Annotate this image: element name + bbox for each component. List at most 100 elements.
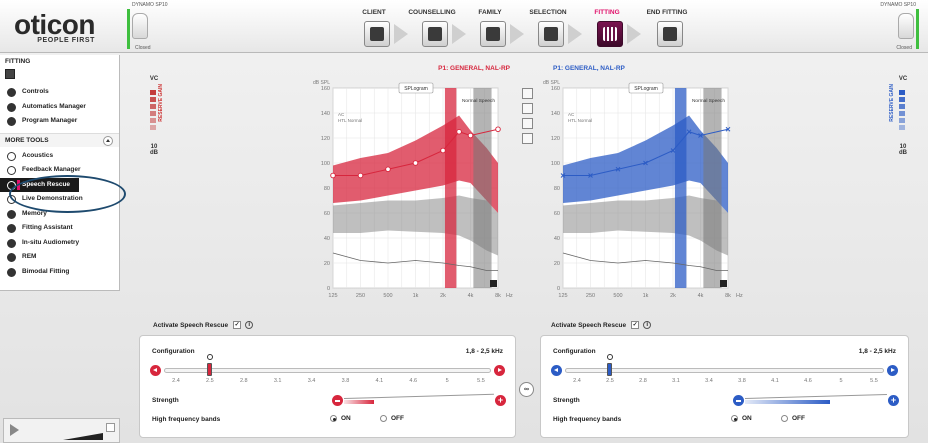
hf-off-radio[interactable]: OFF [380,415,404,422]
more-tools-list: Acoustics Feedback Manager Speech Rescue Li… [0,149,119,280]
config-increase-icon[interactable] [887,365,898,376]
x-unit-label: Hz [736,293,743,299]
configuration-slider-thumb[interactable] [607,363,612,376]
db-view-icon[interactable] [522,118,533,129]
speech-rescue-band [444,88,457,288]
family-icon[interactable] [480,21,506,47]
left-vc-control[interactable]: VC RESERVE GAIN 10 dB [146,76,164,156]
radio-dot-icon [731,415,738,422]
curve-view-icon[interactable] [522,103,533,114]
play-icon[interactable] [10,424,19,436]
brand-logo: oticon PEOPLE FIRST [14,11,96,45]
right-vc-bars [899,90,907,134]
legend-htl: HTL Normal [568,118,592,123]
step-glyph [486,27,500,41]
strength-slider-track[interactable] [343,393,494,399]
tool-item-rem[interactable]: REM [0,250,119,265]
workflow-step-end-fitting[interactable]: END FITTING [637,0,697,53]
hf-off-radio[interactable]: OFF [781,415,805,422]
right-activate-speech-rescue[interactable]: Activate Speech Rescue ✓ i [551,321,652,329]
right-vc-control[interactable]: VC RESERVE GAIN 10 dB [889,76,911,156]
tool-item-fitting-assistant[interactable]: Fitting Assistant [0,221,119,236]
more-tools-label: MORE TOOLS [5,136,49,144]
expand-icon[interactable] [106,423,115,432]
hearing-aid-icon [132,13,148,39]
link-sides-button[interactable]: ∞ [519,382,534,397]
strength-decrease-icon[interactable] [332,395,343,406]
graph-tools [522,88,534,148]
config-tick-label: 3.8 [341,378,350,384]
configuration-slider-track[interactable] [565,368,884,373]
workflow-step-label: SELECTION [529,9,567,16]
workflow-step-label: CLIENT [362,9,386,16]
bimodal-icon [7,267,16,277]
splogram-svg: 0 20 40 60 80 100 120 140 160dB SPL 125 250 500 1k 2k… [313,80,513,299]
hf-on-radio[interactable]: ON [731,415,752,422]
configuration-slider-thumb[interactable] [206,363,212,376]
sidebar-item-automatics-manager[interactable]: Automatics Manager [0,100,119,115]
left-device[interactable]: DYNAMO SP10 Closed [127,2,168,51]
vc-level-bar [150,104,156,109]
memory-icon [7,209,16,219]
expand-chart-icon[interactable] [490,280,497,287]
highlight-annotation-ring [9,175,126,213]
strength-decrease-icon[interactable] [733,395,744,406]
x-tick-label: 1k [413,293,419,299]
left-activate-speech-rescue[interactable]: Activate Speech Rescue ✓ i [153,321,254,329]
strength-increase-icon[interactable] [495,394,506,406]
automatics-icon [7,102,16,112]
ear-view-icon[interactable] [522,133,533,144]
collapse-icon[interactable] [103,135,113,146]
config-decrease-icon[interactable] [150,365,161,376]
vc-level-bar [899,90,905,95]
right-splogram-chart: P1: GENERAL, NAL-RP 0 20 40 60 80 100 120 140 16… [543,65,743,310]
tool-item-acoustics[interactable]: Acoustics [0,149,119,164]
config-increase-icon[interactable] [494,365,505,376]
y-axis-label: dB SPL [313,80,330,86]
step-glyph [544,27,558,41]
right-device[interactable]: DYNAMO SP10 Closed [880,2,919,51]
sidebar-item-controls[interactable]: Controls [0,85,119,100]
left-speech-rescue-panel: Configuration 1,8 - 2,5 kHz 2.4 2.5 2.8 3.1 3.… [139,335,516,438]
y-tick-label: 160 [551,86,560,92]
more-tools-header[interactable]: MORE TOOLS [0,132,119,147]
y-tick-label: 120 [551,136,560,142]
expand-chart-icon[interactable] [720,280,727,287]
tool-item-in-situ-audiometry[interactable]: In-situ Audiometry [0,236,119,251]
config-tick-label: 3.8 [738,378,746,384]
hf-on-radio[interactable]: ON [330,415,351,422]
strength-increase-icon[interactable] [888,394,899,406]
workflow-step-label: END FITTING [646,9,688,16]
hf-on-label: ON [742,415,752,423]
configuration-slider-track[interactable] [164,368,491,373]
strength-label: Strength [553,397,580,404]
graph-view-icon[interactable] [522,88,533,99]
end-fitting-icon[interactable] [657,21,683,47]
config-tick-label: 2.8 [239,378,248,384]
strength-slider-track[interactable] [744,394,887,399]
sidebar-item-program-manager[interactable]: Program Manager [0,114,119,129]
info-icon[interactable]: i [643,321,652,329]
y-tick-label: 60 [324,211,330,217]
normal-speech-band [703,88,722,288]
config-decrease-icon[interactable] [551,365,562,376]
step-glyph [663,27,677,41]
legend-htl: HTL Normal [338,118,362,123]
info-icon[interactable]: i [245,321,254,329]
activate-checkbox[interactable]: ✓ [631,321,640,329]
y-tick-label: 40 [324,236,330,242]
counselling-icon[interactable] [422,21,448,47]
workflow-step-label: FAMILY [478,9,502,16]
selection-icon[interactable] [538,21,564,47]
fitting-icon[interactable] [597,21,623,47]
tool-item-bimodal-fitting[interactable]: Bimodal Fitting [0,265,119,280]
x-tick-label: 1k [643,293,649,299]
vc-level-bar [150,90,156,95]
x-tick-label: 2k [670,293,676,299]
hf-off-label: OFF [792,415,805,423]
program-badge-icon[interactable] [5,69,15,79]
vc-level-bar [150,118,156,123]
client-icon[interactable] [364,21,390,47]
y-tick-label: 100 [551,161,560,167]
activate-checkbox[interactable]: ✓ [233,321,242,329]
